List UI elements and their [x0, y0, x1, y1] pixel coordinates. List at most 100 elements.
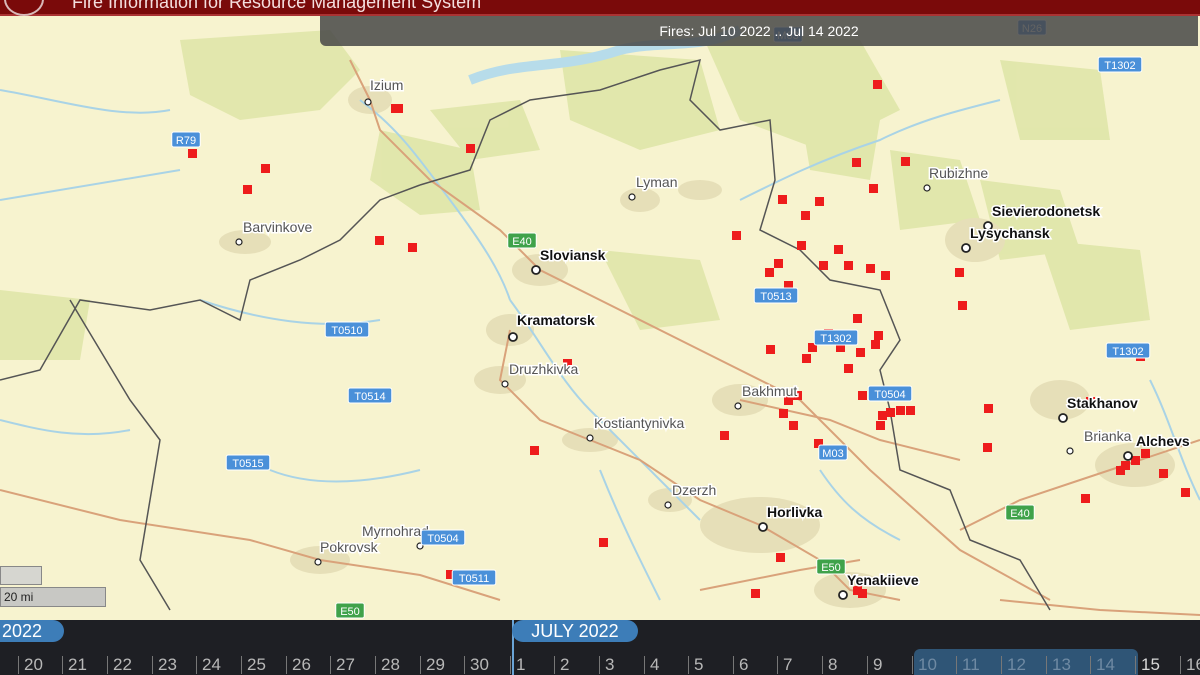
city-marker-17	[314, 558, 322, 566]
day-tick	[1090, 656, 1091, 674]
day-tick	[777, 656, 778, 674]
day-tick	[1001, 656, 1002, 674]
day-tick	[107, 656, 108, 674]
road-badge-label-0: R79	[176, 135, 196, 147]
timeline-day-30[interactable]: 30	[470, 655, 489, 675]
timeline-day-20[interactable]: 20	[24, 655, 43, 675]
road-badge-label-4: T1302	[820, 333, 851, 345]
day-tick	[1180, 656, 1181, 674]
fire-detection-59	[1159, 469, 1168, 478]
timeline-day-3[interactable]: 3	[605, 655, 614, 675]
road-badge-label-12: T0504	[427, 533, 458, 545]
scale-bar-metric	[0, 566, 42, 585]
fire-detection-60	[1081, 494, 1090, 503]
city-label-15: Horlivka	[767, 504, 822, 520]
fire-detection-67	[751, 589, 760, 598]
timeline-bar[interactable]: 2022 JULY 2022 20 21 22 23 24 25 26 27 28 29 30 1 2 3…	[0, 620, 1200, 675]
timeline-day-7[interactable]: 7	[783, 655, 792, 675]
day-tick	[644, 656, 645, 674]
day-tick	[1135, 656, 1136, 674]
fire-detection-43	[878, 411, 887, 420]
fire-detection-56	[1116, 466, 1125, 475]
road-badge-label-10: T0515	[232, 458, 263, 470]
timeline-day-21[interactable]: 21	[68, 655, 87, 675]
day-tick	[1046, 656, 1047, 674]
timeline-day-26[interactable]: 26	[292, 655, 311, 675]
day-tick	[688, 656, 689, 674]
timeline-day-15[interactable]: 15	[1141, 655, 1160, 675]
fire-detection-7	[408, 243, 417, 252]
city-label-3: Rubizhne	[929, 165, 988, 181]
timeline-day-29[interactable]: 29	[426, 655, 445, 675]
app-header: Fire Information for Resource Management…	[0, 0, 1200, 16]
fire-detection-15	[732, 231, 741, 240]
timeline-day-2[interactable]: 2	[560, 655, 569, 675]
road-badge-label-1: E40	[512, 236, 532, 248]
fire-detection-66	[858, 589, 867, 598]
timeline-day-22[interactable]: 22	[113, 655, 132, 675]
road-badge-label-11: E40	[1010, 508, 1030, 520]
day-tick	[196, 656, 197, 674]
city-label-5: Lysychansk	[970, 225, 1050, 241]
fire-detection-30	[874, 331, 883, 340]
fire-detection-61	[1181, 488, 1190, 497]
timeline-day-1[interactable]: 1	[516, 655, 525, 675]
fire-detection-12	[778, 195, 787, 204]
day-tick	[822, 656, 823, 674]
timeline-day-27[interactable]: 27	[336, 655, 355, 675]
timeline-day-9[interactable]: 9	[873, 655, 882, 675]
city-label-13: Alchevs	[1136, 433, 1190, 449]
city-marker-7	[508, 332, 518, 342]
fire-detection-6	[375, 236, 384, 245]
city-label-4: Sievierodonetsk	[992, 203, 1100, 219]
city-label-18: Yenakiieve	[847, 572, 919, 588]
fire-detection-58	[1141, 449, 1150, 458]
city-marker-11	[1058, 413, 1068, 423]
day-tick	[554, 656, 555, 674]
timeline-day-14[interactable]: 14	[1096, 655, 1115, 675]
day-tick	[464, 656, 465, 674]
timeline-day-24[interactable]: 24	[202, 655, 221, 675]
fire-detection-3	[261, 164, 270, 173]
date-range-text: Fires: Jul 10 2022 .. Jul 14 2022	[659, 23, 859, 39]
city-marker-18	[838, 590, 848, 600]
timeline-day-25[interactable]: 25	[247, 655, 266, 675]
timeline-day-28[interactable]: 28	[381, 655, 400, 675]
timeline-day-10[interactable]: 10	[918, 655, 937, 675]
fire-detection-1	[394, 104, 403, 113]
day-tick	[420, 656, 421, 674]
day-tick	[510, 656, 511, 674]
fire-detection-5	[466, 144, 475, 153]
timeline-day-8[interactable]: 8	[828, 655, 837, 675]
timeline-day-4[interactable]: 4	[650, 655, 659, 675]
city-label-14: Dzerzh	[672, 482, 716, 498]
timeline-day-11[interactable]: 11	[962, 655, 980, 675]
road-badge-label-5: T0514	[354, 391, 385, 403]
map-canvas[interactable]: Izium Barvinkove Lyman Rubizhne Sievierodone…	[0, 0, 1200, 620]
day-tick	[62, 656, 63, 674]
city-label-1: Barvinkove	[243, 219, 312, 235]
fire-detection-50	[720, 431, 729, 440]
timeline-day-13[interactable]: 13	[1052, 655, 1071, 675]
month-tag-current[interactable]: JULY 2022	[512, 620, 638, 642]
day-tick	[241, 656, 242, 674]
fire-detection-9	[852, 158, 861, 167]
fire-detection-17	[834, 245, 843, 254]
fire-detection-52	[530, 446, 539, 455]
city-marker-15	[758, 522, 768, 532]
timeline-day-12[interactable]: 12	[1007, 655, 1026, 675]
day-tick	[330, 656, 331, 674]
road-badge-label-2: T0513	[760, 291, 791, 303]
fire-detection-44	[886, 408, 895, 417]
timeline-day-16[interactable]: 16	[1186, 655, 1200, 675]
city-label-10: Bakhmut	[742, 383, 797, 399]
fire-detection-19	[765, 268, 774, 277]
fire-detection-48	[984, 404, 993, 413]
timeline-day-23[interactable]: 23	[158, 655, 177, 675]
road-badge-label-3: T0510	[331, 325, 362, 337]
city-marker-2	[628, 193, 636, 201]
app-title: Fire Information for Resource Management…	[72, 0, 482, 12]
month-tag-previous[interactable]: 2022	[0, 620, 64, 642]
timeline-day-6[interactable]: 6	[739, 655, 748, 675]
timeline-day-5[interactable]: 5	[694, 655, 703, 675]
